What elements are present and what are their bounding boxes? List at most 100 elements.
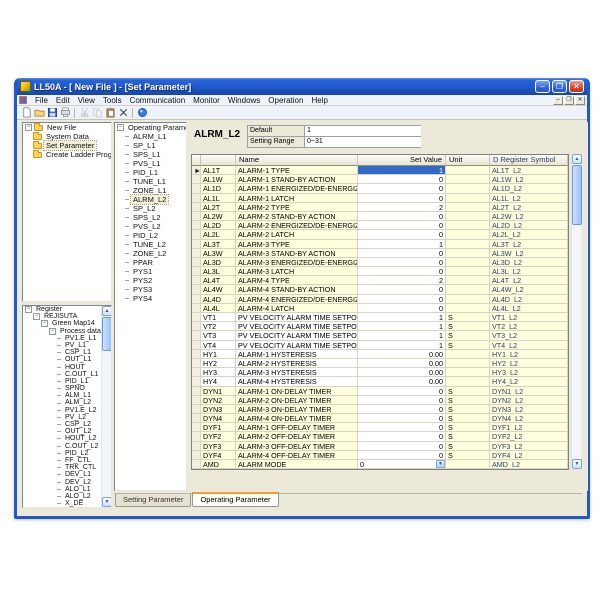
parameter-tree-item-sp-l1[interactable]: SP_L1	[115, 141, 186, 150]
menu-monitor[interactable]: Monitor	[189, 96, 224, 105]
table-row-al3d[interactable]: AL3DALARM-3 ENERGIZED/DE-ENERGIZED0AL3D_…	[192, 258, 568, 267]
table-row-al4l[interactable]: AL4LALARM-4 LATCH0AL4L_L2	[192, 304, 568, 313]
register-tree-item-alo-l1[interactable]: ALO_L1	[23, 486, 102, 493]
register-tree-item-rejisuta[interactable]: −REJISUTA	[23, 313, 102, 320]
mdi-restore-button[interactable]: ❐	[564, 96, 574, 105]
parameter-tree-item-sps-l2[interactable]: SPS_L2	[115, 213, 186, 222]
register-tree-item-hout-l2[interactable]: HOUT_L2	[23, 435, 102, 442]
menu-windows[interactable]: Windows	[224, 96, 264, 105]
table-row-vt2[interactable]: VT2PV VELOCITY ALARM TIME SETPOINT 21SVT…	[192, 322, 568, 331]
set-value-cell-al4l[interactable]: 0	[358, 304, 446, 313]
parameter-tree-item-pvs-l1[interactable]: PVS_L1	[115, 159, 186, 168]
close-button[interactable]: ✕	[569, 80, 584, 93]
row-selector[interactable]	[192, 184, 201, 193]
table-row-vt3[interactable]: VT3PV VELOCITY ALARM TIME SETPOINT 31SVT…	[192, 331, 568, 340]
table-row-dyf3[interactable]: DYF3ALARM-3 OFF-DELAY TIMER0SDYF3_L2	[192, 442, 568, 451]
parameter-tree-item-pys4[interactable]: PYS4	[115, 294, 186, 303]
row-selector[interactable]	[192, 295, 201, 304]
table-row-vt1[interactable]: VT1PV VELOCITY ALARM TIME SETPOINT 11SVT…	[192, 313, 568, 322]
register-tree-item-pid-l2[interactable]: PID_L2	[23, 450, 102, 457]
parameter-tree-item-zone-l2[interactable]: ZONE_L2	[115, 249, 186, 258]
table-row-al1l[interactable]: AL1LALARM-1 LATCH0AL1L_L2	[192, 194, 568, 203]
set-value-cell-dyn1[interactable]: 0	[358, 387, 446, 396]
parameter-tree-item-sp-l2[interactable]: SP_L2	[115, 204, 186, 213]
parameter-tree-item-pys2[interactable]: PYS2	[115, 276, 186, 285]
set-value-cell-al4w[interactable]: 0	[358, 285, 446, 294]
register-tree-item-out-l2[interactable]: OUT_L2	[23, 428, 102, 435]
table-row-dyn3[interactable]: DYN3ALARM-3 ON-DELAY TIMER0SDYN3_L2	[192, 405, 568, 414]
table-row-al2d[interactable]: AL2DALARM-2 ENERGIZED/DE-ENERGIZED0AL2D_…	[192, 221, 568, 230]
table-row-al4t[interactable]: AL4TALARM-4 TYPE2AL4T_L2	[192, 276, 568, 285]
row-selector[interactable]	[192, 405, 201, 414]
row-selector[interactable]	[192, 387, 201, 396]
register-tree-item-spno[interactable]: SPNO	[23, 385, 102, 392]
tree-collapse-icon[interactable]: −	[25, 306, 32, 313]
save-icon[interactable]	[46, 107, 58, 119]
table-row-al2t[interactable]: AL2TALARM-2 TYPE2AL2T_L2	[192, 203, 568, 212]
row-selector[interactable]	[192, 423, 201, 432]
table-row-al1d[interactable]: AL1DALARM-1 ENERGIZED/DE-ENERGIZED0AL1D_…	[192, 184, 568, 193]
register-tree-item-dev-l2[interactable]: DEV_L2	[23, 479, 102, 486]
row-selector[interactable]	[192, 377, 201, 386]
table-row-amd[interactable]: AMDALARM MODE0▼AMD_L2	[192, 460, 568, 469]
parameter-tree-item-zone-l1[interactable]: ZONE_L1	[115, 186, 186, 195]
set-value-cell-al2w[interactable]: 0	[358, 212, 446, 221]
set-value-cell-al1l[interactable]: 0	[358, 194, 446, 203]
row-selector[interactable]	[192, 359, 201, 368]
table-row-al3l[interactable]: AL3LALARM-3 LATCH0AL3L_L2	[192, 267, 568, 276]
set-value-cell-dyf1[interactable]: 0	[358, 423, 446, 432]
tree-collapse-icon[interactable]: −	[49, 328, 56, 335]
row-selector[interactable]	[192, 203, 201, 212]
row-selector[interactable]	[192, 322, 201, 331]
table-row-al4d[interactable]: AL4DALARM-4 ENERGIZED/DE-ENERGIZED0AL4D_…	[192, 295, 568, 304]
mdi-close-button[interactable]: ✕	[575, 96, 585, 105]
maximize-button[interactable]: ❐	[552, 80, 567, 93]
row-selector[interactable]	[192, 460, 201, 469]
register-tree-item-x-de[interactable]: X_DE	[23, 500, 102, 507]
set-value-cell-hy4[interactable]: 0.00	[358, 377, 446, 386]
set-value-cell-al2l[interactable]: 0	[358, 230, 446, 239]
table-row-al2w[interactable]: AL2WALARM-2 STAND-BY ACTION0AL2W_L2	[192, 212, 568, 221]
table-row-hy3[interactable]: HY3ALARM-3 HYSTERESIS0.00HY3_L2	[192, 368, 568, 377]
row-selector[interactable]	[192, 194, 201, 203]
parameter-tree-item-ppar[interactable]: PPAR	[115, 258, 186, 267]
set-value-cell-al3l[interactable]: 0	[358, 267, 446, 276]
set-value-cell-dyn3[interactable]: 0	[358, 405, 446, 414]
set-value-cell-al2d[interactable]: 0	[358, 221, 446, 230]
set-value-cell-hy3[interactable]: 0.00	[358, 368, 446, 377]
register-tree-item-green-map14[interactable]: −Green Map14	[23, 320, 102, 327]
parameter-tree-item-alrm-l1[interactable]: ALRM_L1	[115, 132, 186, 141]
project-tree-item-create-ladder-program[interactable]: Create Ladder Program	[23, 150, 111, 159]
row-selector[interactable]	[192, 396, 201, 405]
set-value-cell-dyf4[interactable]: 0	[358, 451, 446, 460]
row-selector[interactable]	[192, 212, 201, 221]
minimize-button[interactable]: –	[535, 80, 550, 93]
row-selector[interactable]	[192, 267, 201, 276]
tab-operating-parameter[interactable]: Operating Parameter	[192, 492, 278, 507]
parameter-tree-item-pys1[interactable]: PYS1	[115, 267, 186, 276]
register-tree-item-out-l1[interactable]: OUT_L1	[23, 356, 102, 363]
row-selector[interactable]	[192, 368, 201, 377]
row-selector[interactable]	[192, 341, 201, 350]
table-row-al4w[interactable]: AL4WALARM-4 STAND-BY ACTION0AL4W_L2	[192, 285, 568, 294]
row-selector[interactable]	[192, 221, 201, 230]
register-tree-item-process-data14[interactable]: −Process data14	[23, 328, 102, 335]
table-row-al1t[interactable]: ►AL1TALARM-1 TYPE1AL1T_L2	[192, 166, 568, 175]
register-tree-item-pv1-e-l2[interactable]: PV1.E_L2	[23, 407, 102, 414]
table-row-hy4[interactable]: HY4ALARM-4 HYSTERESIS0.00HY4_L2	[192, 377, 568, 386]
scroll-down-icon[interactable]: ▼	[102, 497, 112, 507]
table-row-dyf1[interactable]: DYF1ALARM-1 OFF-DELAY TIMER0SDYF1_L2	[192, 423, 568, 432]
row-selector[interactable]	[192, 175, 201, 184]
register-tree-item-hout[interactable]: HOUT	[23, 364, 102, 371]
set-value-cell-dyn2[interactable]: 0	[358, 396, 446, 405]
register-tree-item-alm-l2[interactable]: ALM_L2	[23, 399, 102, 406]
row-selector[interactable]	[192, 285, 201, 294]
menu-tools[interactable]: Tools	[99, 96, 126, 105]
print-icon[interactable]	[59, 107, 71, 119]
set-value-cell-vt3[interactable]: 1	[358, 331, 446, 340]
set-value-cell-dyn4[interactable]: 0	[358, 414, 446, 423]
row-selector[interactable]	[192, 432, 201, 441]
register-tree-item-csp-l2[interactable]: CSP_L2	[23, 421, 102, 428]
register-tree-item-c-out-l1[interactable]: C.OUT_L1	[23, 371, 102, 378]
table-row-hy1[interactable]: HY1ALARM-1 HYSTERESIS0.00HY1_L2	[192, 350, 568, 359]
